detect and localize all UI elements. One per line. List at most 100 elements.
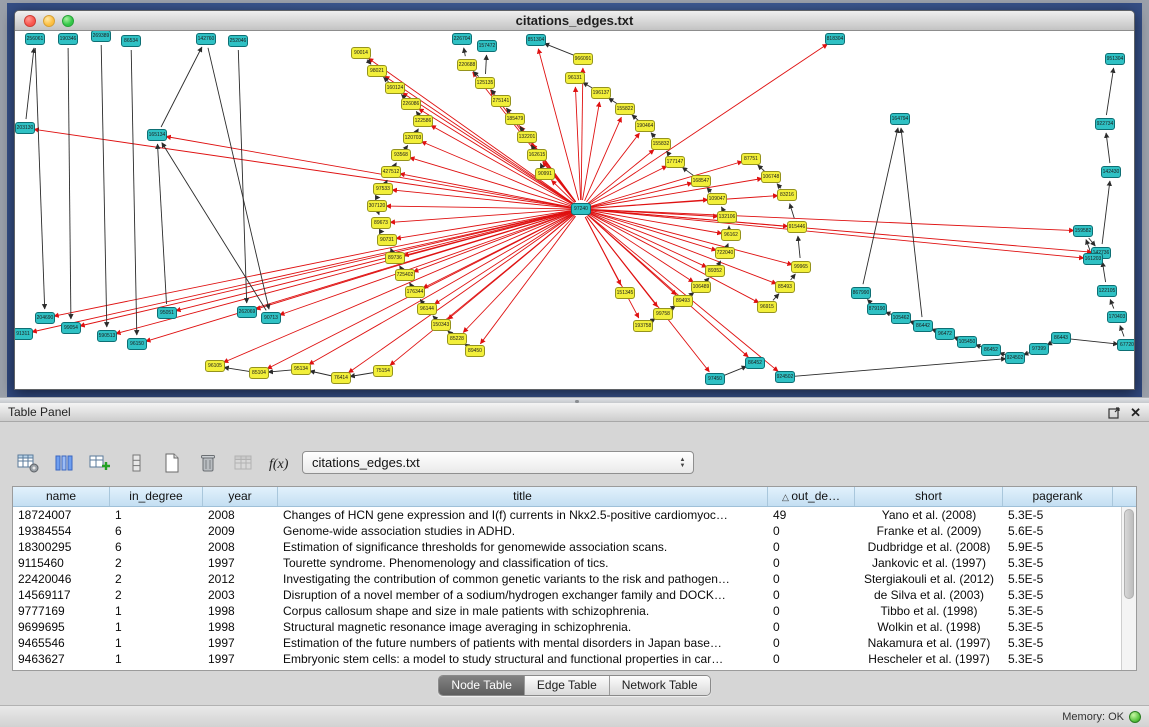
network-node[interactable]: 924502 (775, 371, 795, 383)
network-node[interactable]: 106489 (691, 281, 711, 293)
network-node[interactable]: 226086 (401, 98, 421, 110)
network-node[interactable]: 220688 (457, 59, 477, 71)
network-node[interactable]: 155822 (615, 103, 635, 115)
network-node[interactable]: 96915 (757, 301, 777, 313)
network-node[interactable]: 256061 (25, 33, 45, 45)
network-node[interactable]: 86443 (1051, 332, 1071, 344)
network-node[interactable]: 150343 (431, 319, 451, 331)
column-header-pagerank[interactable]: pagerank (1003, 487, 1113, 506)
table-settings-icon[interactable] (12, 449, 44, 477)
network-node[interactable]: 590513 (97, 330, 117, 342)
network-node[interactable]: 99965 (791, 261, 811, 273)
table-row[interactable]: 969969511998Structural magnetic resonanc… (13, 619, 1121, 635)
network-node[interactable]: 106748 (761, 171, 781, 183)
network-node[interactable]: 89450 (465, 345, 485, 357)
network-node[interactable]: 89736 (385, 252, 405, 264)
network-node[interactable]: 252046 (228, 35, 248, 47)
network-node[interactable]: 275141 (491, 95, 511, 107)
network-node[interactable]: 269389 (91, 31, 111, 42)
network-node[interactable]: 204690 (35, 312, 55, 324)
network-node[interactable]: 818304 (825, 33, 845, 45)
delete-table-icon[interactable] (192, 449, 224, 477)
tab-network-table[interactable]: Network Table (610, 676, 710, 695)
network-node[interactable]: 96150 (127, 338, 147, 350)
network-node[interactable]: 160124 (385, 82, 405, 94)
network-node[interactable]: 125135 (475, 77, 495, 89)
network-node[interactable]: 142430 (1101, 166, 1121, 178)
table-row[interactable]: 1872400712008Changes of HCN gene express… (13, 507, 1121, 523)
table-row[interactable]: 977716911998Corpus callosum shape and si… (13, 603, 1121, 619)
network-node[interactable]: 307120 (367, 200, 387, 212)
network-node[interactable]: 427512 (381, 166, 401, 178)
network-node[interactable]: 966091 (573, 53, 593, 65)
network-node[interactable]: 922734 (1095, 118, 1115, 130)
network-node[interactable]: 193758 (633, 320, 653, 332)
network-node[interactable]: 109047 (707, 193, 727, 205)
show-columns-icon[interactable] (48, 449, 80, 477)
network-canvas[interactable]: 2560611903462693898653414276025204622670… (15, 31, 1134, 389)
tab-edge-table[interactable]: Edge Table (525, 676, 610, 695)
float-panel-icon[interactable] (1108, 407, 1121, 419)
network-node[interactable]: 85493 (775, 281, 795, 293)
network-node[interactable]: 89673 (371, 217, 391, 229)
network-node[interactable]: 97533 (373, 183, 393, 195)
network-node[interactable]: 725402 (395, 269, 415, 281)
network-node[interactable]: 190464 (635, 120, 655, 132)
network-node[interactable]: 97240 (571, 203, 591, 215)
network-node[interactable]: 105450 (957, 336, 977, 348)
network-node[interactable]: 196137 (591, 87, 611, 99)
network-node[interactable]: 165134 (147, 129, 167, 141)
close-window-button[interactable] (24, 15, 36, 27)
network-node[interactable]: 177147 (665, 156, 685, 168)
rows-icon[interactable] (120, 449, 152, 477)
close-panel-icon[interactable]: ✕ (1130, 403, 1141, 422)
network-node[interactable]: 90713 (261, 312, 281, 324)
network-node[interactable]: 120703 (403, 132, 423, 144)
network-node[interactable]: 951304 (1105, 53, 1125, 65)
network-node[interactable]: 89493 (673, 295, 693, 307)
tab-node-table[interactable]: Node Table (439, 676, 525, 695)
network-node[interactable]: 98021 (367, 65, 387, 77)
network-node[interactable]: 89352 (705, 265, 725, 277)
network-node[interactable]: 142760 (196, 33, 216, 45)
network-node[interactable]: 96131 (565, 72, 585, 84)
window-titlebar[interactable]: citations_edges.txt (15, 11, 1134, 31)
network-node[interactable]: 722040 (715, 247, 735, 259)
column-header-name[interactable]: name (13, 487, 110, 506)
network-node[interactable]: 162615 (527, 149, 547, 161)
network-node[interactable]: 86442 (913, 320, 933, 332)
network-node[interactable]: 157472 (477, 40, 497, 52)
network-node[interactable]: 95134 (291, 363, 311, 375)
column-header-year[interactable]: year (203, 487, 278, 506)
table-scrollbar[interactable] (1121, 507, 1136, 670)
network-node[interactable]: 159582 (1073, 225, 1093, 237)
network-node[interactable]: 93568 (391, 149, 411, 161)
network-node[interactable]: 90014 (351, 47, 371, 59)
table-row[interactable]: 1456911722003Disruption of a novel membe… (13, 587, 1121, 603)
network-node[interactable]: 87751 (741, 153, 761, 165)
network-node[interactable]: 190346 (58, 33, 78, 45)
table-row[interactable]: 1938455462009Genome-wide association stu… (13, 523, 1121, 539)
zoom-window-button[interactable] (62, 15, 74, 27)
network-node[interactable]: 97450 (705, 373, 725, 385)
network-node[interactable]: 170403 (1107, 311, 1127, 323)
network-node[interactable]: 262069 (237, 306, 257, 318)
network-node[interactable]: 96105 (205, 360, 225, 372)
table-row[interactable]: 946554611997Estimation of the future num… (13, 635, 1121, 651)
network-node[interactable]: 97399 (1029, 343, 1049, 355)
network-node[interactable]: 67720 (1117, 339, 1134, 351)
table-scrollbar-thumb[interactable] (1124, 509, 1134, 599)
network-node[interactable]: 85104 (249, 367, 269, 379)
minimize-window-button[interactable] (43, 15, 55, 27)
network-node[interactable]: 86452 (745, 357, 765, 369)
network-node[interactable]: 132106 (717, 211, 737, 223)
network-window[interactable]: citations_edges.txt 256061 190346 269389 86… (14, 10, 1135, 390)
column-header-title[interactable]: title (278, 487, 768, 506)
column-header-out_degree[interactable]: △ out_de… (768, 487, 855, 506)
network-node[interactable]: 867990 (851, 287, 871, 299)
network-node[interactable]: 176344 (405, 286, 425, 298)
network-node[interactable]: 83216 (777, 189, 797, 201)
network-node[interactable]: 122586 (413, 115, 433, 127)
network-node[interactable]: 122105 (1097, 285, 1117, 297)
network-node[interactable]: 95051 (157, 307, 177, 319)
